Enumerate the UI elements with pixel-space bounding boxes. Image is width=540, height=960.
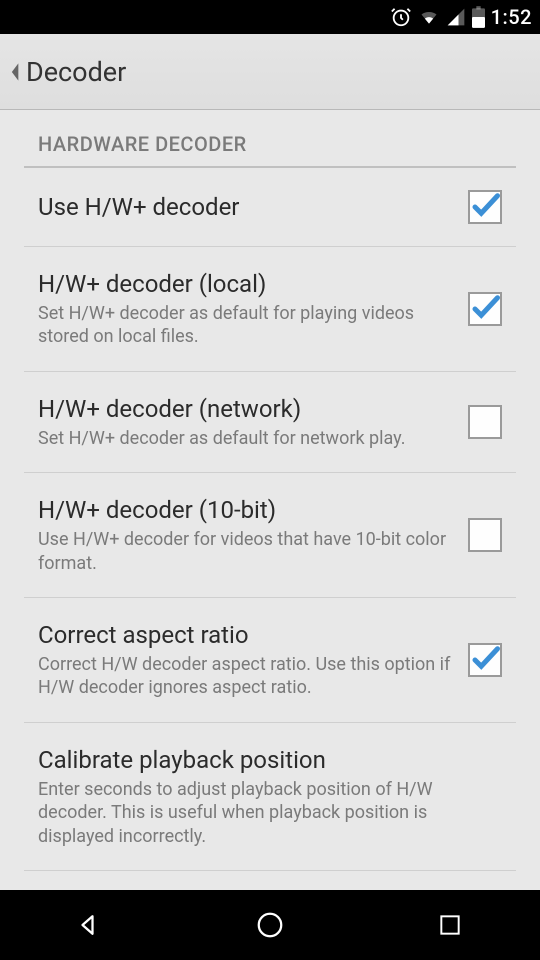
setting-summary: Set H/W+ decoder as default for network … — [38, 427, 456, 450]
setting-title: H/W+ decoder (network) — [38, 394, 456, 424]
signal-icon — [446, 7, 466, 27]
setting-title: H/W+ decoder (local) — [38, 269, 456, 299]
setting-hw-10bit[interactable]: H/W+ decoder (10-bit) Use H/W+ decoder f… — [24, 473, 516, 598]
setting-title: Calibrate playback position — [38, 745, 490, 775]
nav-recent-button[interactable] — [400, 900, 500, 950]
checkbox-hw-local[interactable] — [468, 292, 502, 326]
navigation-bar — [0, 890, 540, 960]
page-title: Decoder — [26, 56, 126, 88]
setting-summary: Enter seconds to adjust playback positio… — [38, 778, 490, 848]
nav-back-button[interactable] — [40, 900, 140, 950]
wifi-icon — [418, 7, 440, 27]
setting-summary: Use H/W+ decoder for videos that have 10… — [38, 528, 456, 575]
setting-summary: Set H/W+ decoder as default for playing … — [38, 302, 456, 349]
back-icon — [6, 59, 22, 85]
setting-title: H/W+ decoder (10-bit) — [38, 495, 456, 525]
checkbox-aspect-ratio[interactable] — [468, 643, 502, 677]
status-time: 1:52 — [491, 5, 532, 29]
checkbox-use-hw[interactable] — [468, 190, 502, 224]
settings-list: Hardware Decoder Use H/W+ decoder H/W+ d… — [0, 110, 540, 941]
checkbox-hw-network[interactable] — [468, 405, 502, 439]
setting-hw-local[interactable]: H/W+ decoder (local) Set H/W+ decoder as… — [24, 247, 516, 372]
setting-summary: Correct H/W decoder aspect ratio. Use th… — [38, 653, 456, 700]
setting-calibrate[interactable]: Calibrate playback position Enter second… — [24, 723, 516, 871]
setting-aspect-ratio[interactable]: Correct aspect ratio Correct H/W decoder… — [24, 598, 516, 723]
status-bar: 1:52 — [0, 0, 540, 34]
setting-title: Correct aspect ratio — [38, 620, 456, 650]
setting-title: Use H/W+ decoder — [38, 192, 456, 222]
setting-use-hw-decoder[interactable]: Use H/W+ decoder — [24, 168, 516, 247]
setting-hw-network[interactable]: H/W+ decoder (network) Set H/W+ decoder … — [24, 372, 516, 473]
nav-home-button[interactable] — [220, 900, 320, 950]
section-header-hardware: Hardware Decoder — [24, 110, 516, 168]
alarm-icon — [390, 6, 412, 28]
action-bar[interactable]: Decoder — [0, 34, 540, 110]
battery-icon — [472, 6, 485, 28]
checkbox-hw-10bit[interactable] — [468, 518, 502, 552]
